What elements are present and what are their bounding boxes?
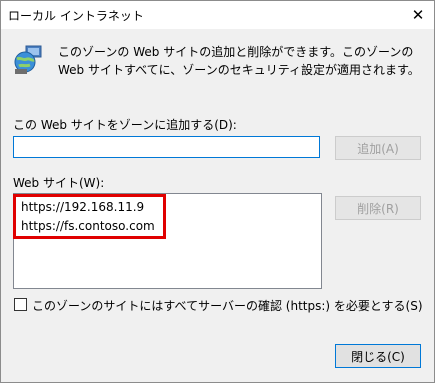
add-button[interactable]: 追加(A) [335,136,421,160]
close-button[interactable]: 閉じる(C) [335,344,421,368]
close-icon[interactable]: ✕ [402,1,434,29]
remove-button[interactable]: 削除(R) [335,196,421,220]
title-bar[interactable]: ローカル イントラネット ✕ [1,1,434,29]
highlight-box [13,194,166,239]
globe-network-icon [14,45,42,74]
zone-description: このゾーンの Web サイトの追加と削除ができます。このゾーンの Web サイト… [58,45,420,77]
dialog-window: ローカル イントラネット ✕ このゾーンの Web サイトの追加と削除ができます… [0,0,435,383]
https-required-label[interactable]: このゾーンのサイトにはすべてサーバーの確認 (https:) を必要とする(S) [32,297,423,314]
https-required-checkbox[interactable] [14,298,27,311]
window-title: ローカル イントラネット [8,9,144,23]
websites-label: Web サイト(W): [13,176,105,190]
add-site-label: この Web サイトをゾーンに追加する(D): [13,118,237,132]
add-site-input[interactable] [13,136,320,158]
